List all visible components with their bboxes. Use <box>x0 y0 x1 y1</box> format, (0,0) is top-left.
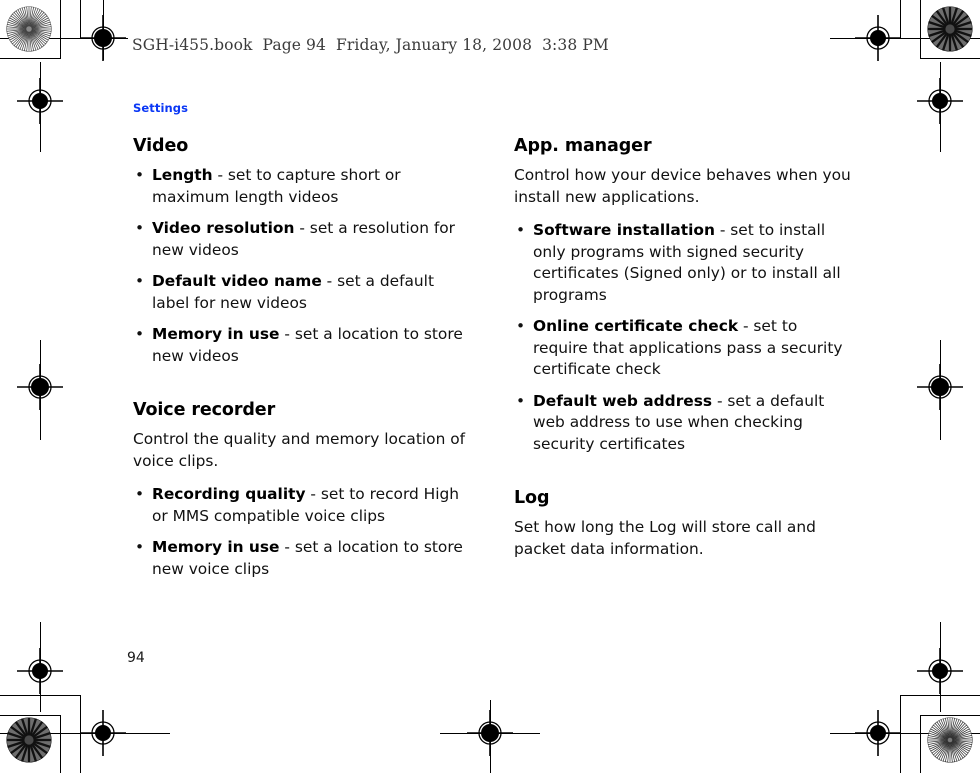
bullet-dot-icon: • <box>135 325 145 343</box>
setting-term: Length <box>152 166 213 184</box>
section-intro-paragraph: Control the quality and memory location … <box>133 430 466 470</box>
star-target-icon <box>927 6 973 52</box>
page-number: 94 <box>127 650 145 666</box>
section-intro-paragraph: Set how long the Log will store call and… <box>514 518 816 558</box>
bullet-dot-icon: • <box>516 391 526 410</box>
right-column: App. manager Control how your device beha… <box>514 136 854 572</box>
setting-bullet-item: • Online certificate check - set to requi… <box>514 316 854 381</box>
setting-bullet-item: • Default video name - set a default labe… <box>133 271 473 314</box>
setting-bullet-item: • Length - set to capture short or maximu… <box>133 165 473 208</box>
section-heading: Video <box>133 136 189 156</box>
setting-term: Online certificate check <box>533 317 739 335</box>
left-column: Video • Length - set to capture short or m… <box>133 136 473 590</box>
bullet-dot-icon: • <box>135 219 145 237</box>
setting-bullet-item: • Memory in use - set a location to store… <box>133 537 473 580</box>
bullet-dot-icon: • <box>135 538 145 556</box>
setting-term: Video resolution <box>152 219 295 237</box>
registration-target-icon <box>80 15 126 61</box>
registration-target-icon <box>917 364 963 410</box>
registration-target-icon <box>17 648 63 694</box>
section-heading: Log <box>514 488 550 508</box>
bullet-dot-icon: • <box>135 166 145 184</box>
manual-page: SGH-i455.book Page 94 Friday, January 18… <box>0 0 980 773</box>
book-file-slug: SGH-i455.book Page 94 Friday, January 18… <box>128 34 613 56</box>
registration-target-icon <box>917 78 963 124</box>
section-intro-paragraph: Control how your device behaves when you… <box>514 166 851 206</box>
setting-term: Software installation <box>533 221 715 239</box>
setting-bullet-item: • Software installation - set to install … <box>514 220 854 306</box>
bullet-dot-icon: • <box>516 221 526 239</box>
running-head-chapter: Settings <box>133 101 189 115</box>
setting-bullet-list: • Software installation - set to install … <box>514 220 854 455</box>
setting-bullet-list: • Recording quality - set to record High … <box>133 484 473 580</box>
bullet-dot-icon: • <box>135 485 145 503</box>
section-heading: App. manager <box>514 136 652 156</box>
setting-bullet-item: • Default web address - set a default web… <box>514 391 854 456</box>
bullet-dot-icon: • <box>516 317 526 335</box>
setting-term: Memory in use <box>152 325 280 343</box>
star-target-icon <box>927 717 973 763</box>
setting-bullet-item: • Memory in use - set a location to store… <box>133 324 473 367</box>
setting-term: Default web address <box>533 391 713 410</box>
star-target-icon <box>6 717 52 763</box>
setting-term: Default video name <box>152 272 322 290</box>
setting-term: Recording quality <box>152 485 306 503</box>
setting-term: Memory in use <box>152 538 280 556</box>
bullet-dot-icon: • <box>135 272 145 290</box>
registration-target-icon <box>17 364 63 410</box>
registration-target-icon <box>917 648 963 694</box>
registration-target-icon <box>80 710 126 756</box>
star-target-icon <box>6 6 52 52</box>
registration-target-icon <box>17 78 63 124</box>
setting-bullet-item: • Video resolution - set a resolution for… <box>133 218 473 261</box>
setting-bullet-list: • Length - set to capture short or maximu… <box>133 165 473 367</box>
section-heading: Voice recorder <box>133 400 276 420</box>
registration-target-icon <box>467 710 513 756</box>
registration-target-icon <box>855 15 901 61</box>
setting-bullet-item: • Recording quality - set to record High … <box>133 484 473 527</box>
registration-target-icon <box>855 710 901 756</box>
